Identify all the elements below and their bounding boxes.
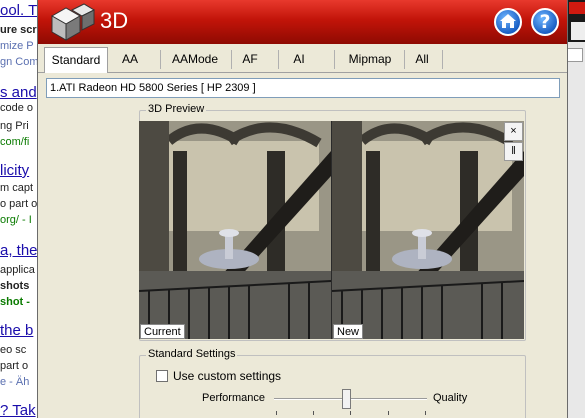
bg-text-line: applica bbox=[0, 264, 35, 276]
tab-all[interactable]: All bbox=[406, 47, 438, 73]
tab-separator bbox=[334, 50, 335, 69]
tab-separator bbox=[278, 50, 279, 69]
background-window-header bbox=[565, 0, 585, 42]
slider-tick bbox=[313, 411, 314, 415]
standard-settings-legend: Standard Settings bbox=[146, 348, 238, 360]
cube-logo-icon bbox=[44, 2, 96, 42]
bg-text-line: shots bbox=[0, 280, 30, 292]
custom-settings-checkbox[interactable] bbox=[156, 370, 168, 382]
preview-legend: 3D Preview bbox=[146, 103, 207, 115]
tab-aamode[interactable]: AAMode bbox=[162, 47, 228, 73]
current-label: Current bbox=[140, 324, 185, 339]
pause-preview-button[interactable]: ‖ bbox=[504, 142, 523, 161]
home-button[interactable] bbox=[494, 8, 522, 36]
performance-label: Performance bbox=[202, 392, 265, 404]
bg-text-line: eo sc bbox=[0, 344, 27, 356]
home-icon bbox=[499, 13, 517, 32]
bg-text-line: org/ - I bbox=[0, 214, 32, 226]
slider-tick bbox=[388, 411, 389, 415]
bg-text-line: code o bbox=[0, 102, 34, 114]
close-preview-button[interactable]: × bbox=[504, 122, 523, 141]
bg-text-line[interactable]: licity bbox=[0, 162, 29, 179]
bg-text-line: part o bbox=[0, 360, 29, 372]
tab-ai[interactable]: AI bbox=[280, 47, 318, 73]
slider-tick bbox=[425, 411, 426, 415]
preview-current-pane: Current bbox=[139, 121, 331, 339]
app-window: 3D ? Standard AA AAMode AF AI Mipmap All… bbox=[37, 0, 568, 418]
bg-text-line[interactable]: gn Com bbox=[0, 56, 39, 68]
window-title: 3D bbox=[100, 8, 129, 33]
scene-current-icon bbox=[139, 121, 331, 339]
bg-text-line: ure scr bbox=[0, 24, 37, 36]
help-icon: ? bbox=[539, 11, 551, 33]
bg-text-line: m capt bbox=[0, 182, 34, 194]
title-bar: 3D ? bbox=[38, 0, 567, 44]
preview-area: Current New bbox=[139, 121, 524, 339]
background-window-strip bbox=[565, 0, 585, 418]
background-browser-page: ool. T ure scr mize P gn Com s and code … bbox=[0, 0, 40, 418]
tab-af[interactable]: AF bbox=[232, 47, 268, 73]
tab-separator bbox=[160, 50, 161, 69]
background-window-box bbox=[567, 48, 583, 62]
bg-text-line[interactable]: a, the bbox=[0, 242, 38, 259]
quality-slider-thumb[interactable] bbox=[341, 389, 351, 409]
bg-text-line: o part o bbox=[0, 198, 38, 210]
bg-text-line[interactable]: mize P bbox=[0, 40, 34, 52]
bg-text-line: shot - bbox=[0, 296, 30, 308]
bg-text-line: com/fi bbox=[0, 136, 30, 148]
close-icon: × bbox=[510, 125, 517, 137]
bg-text-line: ng Pri bbox=[0, 120, 29, 132]
help-button[interactable]: ? bbox=[531, 8, 559, 36]
pause-icon: ‖ bbox=[511, 145, 516, 157]
bg-text-line[interactable]: s and bbox=[0, 84, 37, 101]
scene-new-icon bbox=[332, 121, 524, 339]
bg-text-line[interactable]: ? Tak bbox=[0, 402, 36, 418]
tab-standard[interactable]: Standard bbox=[44, 47, 108, 73]
tab-separator bbox=[404, 50, 405, 69]
standard-settings-group: Standard Settings bbox=[139, 348, 526, 418]
custom-settings-label[interactable]: Use custom settings bbox=[173, 369, 281, 383]
tab-separator bbox=[442, 50, 443, 69]
tab-aa[interactable]: AA bbox=[112, 47, 148, 73]
bg-text-line[interactable]: e - Äh bbox=[0, 376, 29, 388]
preview-new-pane: New bbox=[332, 121, 524, 339]
slider-tick bbox=[350, 411, 351, 415]
tab-mipmap[interactable]: Mipmap bbox=[338, 47, 402, 73]
slider-tick bbox=[276, 411, 277, 415]
device-select[interactable]: 1.ATI Radeon HD 5800 Series [ HP 2309 ] bbox=[46, 78, 560, 98]
new-label: New bbox=[333, 324, 364, 339]
tab-bar: Standard AA AAMode AF AI Mipmap All bbox=[38, 44, 567, 73]
quality-label: Quality bbox=[433, 392, 468, 404]
bg-text-line[interactable]: ool. T bbox=[0, 2, 37, 19]
bg-text-line[interactable]: the b bbox=[0, 322, 33, 339]
